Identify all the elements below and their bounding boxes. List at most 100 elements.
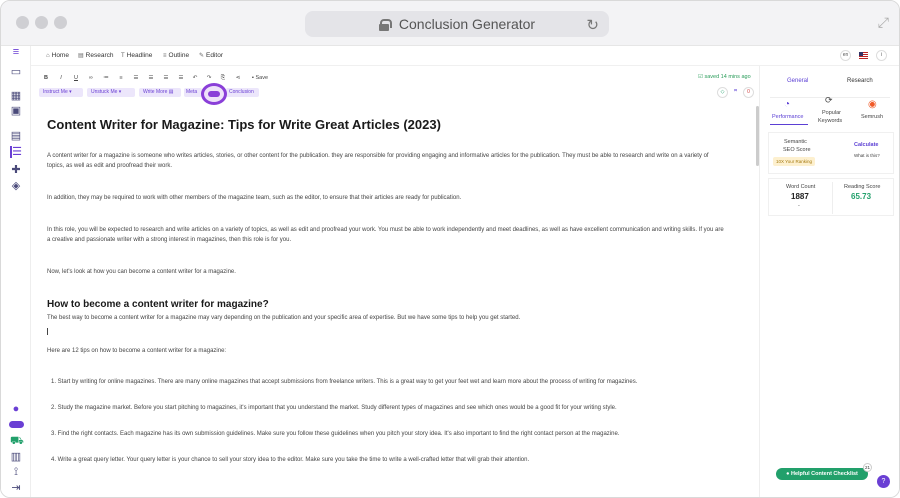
share-icon[interactable]: ⋖ [234, 74, 242, 82]
trash-icon[interactable]: ▣ [10, 105, 22, 117]
copy-icon[interactable]: ⎘ [219, 74, 227, 82]
nav-home[interactable]: ⌂ Home [46, 52, 69, 59]
dark-mode-toggle[interactable] [9, 421, 24, 428]
keywords-label[interactable]: Keywords [818, 118, 842, 124]
checklist-label: Helpful Content Checklist [790, 471, 858, 477]
nav-outline-label: Outline [168, 52, 190, 59]
saved-status-label: saved 14 mins ago [704, 74, 751, 80]
help-button[interactable]: ? [877, 475, 890, 488]
section-heading[interactable]: How to become a content writer for magaz… [47, 299, 269, 310]
paragraph-1[interactable]: A content writer for a magazine is someo… [47, 151, 727, 171]
align-right-icon[interactable]: ☰ [162, 74, 170, 82]
active-tab-underline [770, 124, 808, 125]
paragraph-4[interactable]: Now, let's look at how you can become a … [47, 267, 727, 277]
list-item-2[interactable]: 2. Study the magazine market. Before you… [51, 403, 731, 413]
bullet-list-icon[interactable]: ≔ [102, 74, 110, 82]
document-title[interactable]: Content Writer for Magazine: Tips for Wr… [47, 117, 441, 132]
research-icon: ▤ [78, 53, 84, 59]
bold-button[interactable]: B [42, 74, 50, 82]
instruct-me-dropdown[interactable]: Instruct Me ▾ [39, 88, 83, 97]
issue-count: 0 [747, 89, 750, 95]
save-icon: ▪ [251, 75, 254, 81]
popular-keywords-icon[interactable]: ⟳ [825, 95, 833, 106]
gauge-icon[interactable]: ◔ [784, 99, 790, 110]
align-left-icon[interactable]: ☰ [132, 74, 140, 82]
map-icon[interactable]: ▥ [10, 451, 22, 463]
address-bar[interactable]: Conclusion Generator ↻ [305, 11, 609, 37]
align-center-icon[interactable]: ☰ [147, 74, 155, 82]
nav-editor-label: Editor [206, 52, 224, 59]
paragraph-6[interactable]: Here are 12 tips on how to become a cont… [47, 346, 727, 356]
close-window-button[interactable] [16, 16, 29, 29]
editor-icon[interactable]: ☰ [10, 146, 22, 158]
calculate-button[interactable]: Calculate [854, 142, 878, 148]
language-button[interactable]: en [840, 50, 851, 61]
paragraph-5[interactable]: The best way to become a content writer … [47, 313, 727, 323]
check-circle-icon: ● [786, 471, 790, 477]
puzzle-icon[interactable]: ✚ [10, 164, 22, 176]
fullscreen-icon[interactable]: ⤢ [878, 14, 889, 31]
helpful-content-checklist-button[interactable]: ● Helpful Content Checklist [776, 468, 868, 480]
write-more-button[interactable]: Write More ▤ [139, 88, 181, 97]
minimize-window-button[interactable] [35, 16, 48, 29]
caret-down-icon: ▾ [69, 89, 72, 95]
reading-score-label: Reading Score [844, 184, 881, 190]
tab-research[interactable]: Research [847, 78, 873, 84]
us-flag-icon[interactable] [859, 52, 868, 59]
click-highlight-indicator [201, 83, 227, 105]
paragraph-3[interactable]: In this role, you will be expected to re… [47, 225, 727, 245]
chat-icon[interactable]: ▤ [10, 130, 22, 142]
maximize-window-button[interactable] [54, 16, 67, 29]
top-navigation [31, 46, 899, 66]
what-is-this-link[interactable]: What is this? [854, 153, 880, 158]
underline-button[interactable]: U [72, 74, 80, 82]
unstuck-me-dropdown[interactable]: Unstuck Me ▾ [87, 88, 135, 97]
cart-icon[interactable]: ⛟ [10, 435, 24, 447]
list-item-1[interactable]: 1. Start by writing for online magazines… [51, 377, 731, 387]
link-icon[interactable]: ∞ [87, 74, 95, 82]
info-icon[interactable]: i [876, 50, 887, 61]
shield-icon[interactable]: ◇ [717, 87, 728, 98]
tab-performance[interactable]: Performance [772, 114, 804, 120]
redo-icon[interactable]: ↷ [205, 74, 213, 82]
save-button[interactable]: ▪ Save [249, 74, 271, 82]
grid-icon[interactable]: ⌗ [730, 87, 741, 98]
conclusion-button[interactable]: Conclusion [226, 88, 259, 97]
nav-headline-label: Headline [126, 52, 153, 59]
language-code: en [842, 52, 849, 58]
nav-research[interactable]: ▤ Research [78, 52, 114, 59]
outline-icon: ≡ [163, 52, 167, 59]
home-icon: ⌂ [46, 52, 50, 59]
nav-outline[interactable]: ≡ Outline [163, 52, 189, 59]
dashboard-icon[interactable]: ▦ [10, 90, 22, 102]
browser-window: Conclusion Generator ↻ ⤢ ≡ ▭ ▦ ▣ ▤ ☰ ✚ ◈… [0, 0, 900, 498]
word-count-sub: - [798, 203, 800, 209]
list-item-4[interactable]: 4. Write a great query letter. Your quer… [51, 455, 731, 465]
tab-general[interactable]: General [787, 78, 808, 84]
italic-button[interactable]: I [57, 74, 65, 82]
layers-icon[interactable]: ◈ [10, 180, 22, 192]
issue-counter[interactable]: 0 [743, 87, 754, 98]
justify-icon[interactable]: ☰ [177, 74, 185, 82]
reload-icon[interactable]: ↻ [586, 16, 599, 34]
tab-semrush[interactable]: Semrush [861, 114, 883, 120]
nav-headline[interactable]: T Headline [121, 52, 152, 59]
semrush-icon[interactable]: ◉ [868, 99, 877, 110]
nav-editor[interactable]: ✎ Editor [199, 52, 223, 59]
undo-icon[interactable]: ↶ [191, 74, 199, 82]
collapse-sidebar-icon[interactable]: ⇥ [10, 482, 22, 494]
user-icon[interactable]: ● [10, 403, 22, 415]
meta-button[interactable]: Meta [184, 88, 202, 97]
paragraph-2[interactable]: In addition, they may be required to wor… [47, 193, 727, 203]
stats-card: Word Count 1887 - Reading Score 65.73 [768, 178, 894, 216]
conclusion-label: Conclusion [229, 89, 254, 95]
nav-research-label: Research [85, 52, 114, 59]
logo-icon[interactable]: ≡ [10, 46, 22, 58]
folder-icon[interactable]: ▭ [10, 66, 22, 78]
left-sidebar: ≡ ▭ ▦ ▣ ▤ ☰ ✚ ◈ ● ⛟ ▥ ⟟ ⇥ [1, 46, 31, 497]
broadcast-icon[interactable]: ⟟ [10, 466, 22, 478]
list-item-3[interactable]: 3. Find the right contacts. Each magazin… [51, 429, 731, 439]
save-label: Save [255, 75, 269, 81]
popular-label[interactable]: Popular [822, 110, 841, 116]
numbered-list-icon[interactable]: ≡ [117, 74, 125, 82]
